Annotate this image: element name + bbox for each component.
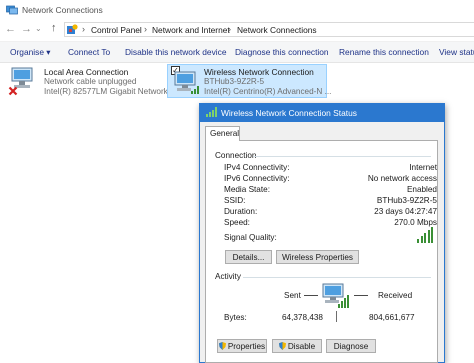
ssid-label: SSID:	[224, 196, 246, 205]
disable-device-button[interactable]: Disable this network device	[125, 47, 226, 57]
properties-button[interactable]: Properties	[217, 339, 267, 353]
signal-quality-label: Signal Quality:	[224, 233, 277, 242]
control-panel-icon	[67, 24, 78, 35]
breadcrumb-separator: ›	[228, 24, 231, 34]
media-state-value: Enabled	[406, 185, 437, 194]
breadcrumb-network-and-internet[interactable]: Network and Internet	[152, 25, 230, 35]
forward-arrow-icon[interactable]: →	[21, 23, 32, 35]
network-activity-icon	[320, 282, 350, 310]
sent-label: Sent	[284, 291, 301, 300]
bytes-sent-value: 64,378,438	[282, 313, 323, 322]
connect-to-button[interactable]: Connect To	[68, 47, 110, 57]
duration-label: Duration:	[224, 207, 258, 216]
signal-bar	[427, 230, 430, 243]
list-item-local-area-connection[interactable]: Local Area Connection Network cable unpl…	[4, 64, 175, 98]
back-arrow-icon[interactable]: ←	[5, 23, 16, 35]
connection-group-label: Connection	[215, 151, 257, 160]
shield-icon	[218, 342, 226, 350]
details-button[interactable]: Details...	[225, 250, 272, 264]
network-folder-icon	[6, 5, 18, 15]
received-label: Received	[378, 291, 413, 300]
activity-group-label: Activity	[215, 272, 241, 281]
wireless-adapter-icon	[171, 68, 201, 96]
connection-name: Wireless Network Connection	[204, 67, 314, 77]
wireless-properties-button[interactable]: Wireless Properties	[276, 250, 359, 264]
window-title: Network Connections	[22, 5, 103, 15]
ipv6-value: No network access	[367, 174, 437, 183]
speed-value: 270.0 Mbps	[394, 218, 437, 227]
connection-adapter: Intel(R) 82577LM Gigabit Network...	[44, 87, 175, 96]
signal-icon	[206, 107, 217, 117]
breadcrumb-control-panel[interactable]: Control Panel	[91, 25, 142, 35]
signal-quality-bars	[417, 227, 435, 243]
breadcrumb-separator: ›	[82, 24, 85, 34]
recent-locations-chevron-icon[interactable]: ⌄	[35, 24, 42, 33]
signal-bar	[420, 236, 423, 243]
connection-name: Local Area Connection	[44, 67, 129, 77]
diagnose-button[interactable]: Diagnose	[326, 339, 376, 353]
media-state-label: Media State:	[224, 185, 270, 194]
properties-button-label: Properties	[227, 341, 266, 351]
signal-bar	[424, 233, 426, 243]
connection-status: Network cable unplugged	[44, 77, 137, 86]
signal-bar	[417, 239, 419, 243]
bytes-label: Bytes:	[224, 313, 247, 322]
breadcrumb-network-connections[interactable]: Network Connections	[237, 25, 317, 35]
ipv4-value: Internet	[409, 163, 437, 172]
connection-adapter: Intel(R) Centrino(R) Advanced-N ...	[204, 87, 332, 96]
group-divider	[243, 277, 431, 278]
ipv6-label: IPv6 Connectivity:	[224, 174, 290, 183]
received-line	[354, 295, 368, 296]
duration-value: 23 days 04:27:47	[374, 207, 437, 216]
view-status-button[interactable]: View status	[439, 47, 474, 57]
shield-icon	[278, 342, 286, 350]
tab-general-label: General	[210, 129, 240, 138]
disable-button-label: Disable	[287, 341, 316, 351]
speed-label: Speed:	[224, 218, 250, 227]
disconnected-x-icon	[8, 86, 18, 96]
connection-ssid: BTHub3-9Z2R-5	[204, 77, 265, 86]
breadcrumb-separator: ›	[144, 24, 147, 34]
bytes-received-value: 804,661,677	[369, 313, 415, 322]
ipv4-label: IPv4 Connectivity:	[224, 163, 290, 172]
diagnose-connection-button[interactable]: Diagnose this connection	[235, 47, 329, 57]
organise-menu-button[interactable]: Organise ▾	[10, 47, 51, 57]
list-item-wireless-network-connection[interactable]: ✓ Wireless Network Connection BTHub3-9Z2…	[167, 64, 331, 98]
up-arrow-icon[interactable]: ↑	[51, 22, 57, 34]
signal-bar	[431, 227, 433, 243]
ssid-value: BTHub3-9Z2R-5	[376, 196, 437, 205]
group-divider	[253, 156, 431, 157]
dialog-title: Wireless Network Connection Status	[221, 108, 357, 118]
sent-line	[304, 295, 318, 296]
disable-button[interactable]: Disable	[272, 339, 322, 353]
bytes-divider	[336, 311, 337, 322]
rename-connection-button[interactable]: Rename this connection	[339, 47, 429, 57]
